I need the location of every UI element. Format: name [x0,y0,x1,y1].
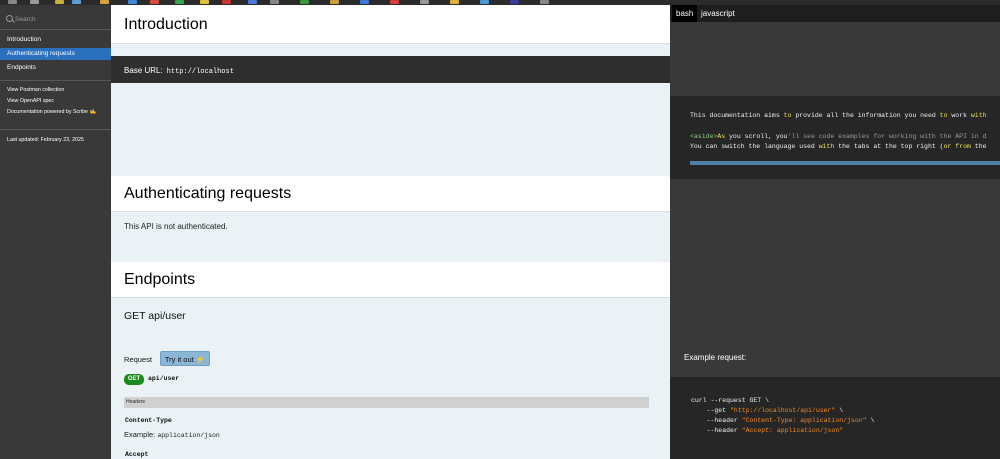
bookmark-icon[interactable] [540,0,549,4]
example-label: Example: [124,430,156,439]
bookmark-icon[interactable] [420,0,429,4]
example-request-label: Example request: [684,353,747,362]
bookmark-icon[interactable] [72,0,81,4]
bookmark-icon[interactable] [480,0,489,4]
search-box [0,5,111,30]
bookmark-icon[interactable] [270,0,279,4]
intro-heading-section: Introduction [111,5,670,44]
bookmark-icon[interactable] [450,0,459,4]
bookmark-icon[interactable] [128,0,137,4]
code-line: curl --request GET \ [691,397,770,404]
code-line: --get "http://localhost/api/user" \ [691,407,844,414]
horizontal-scrollbar[interactable] [690,161,1000,165]
base-url-label: Base URL: [124,66,163,75]
bookmark-icon[interactable] [300,0,309,4]
header-example: Example: application/json [124,430,220,439]
sidebar-divider [0,129,111,130]
sidebar-item-endpoints[interactable]: Endpoints [0,62,111,74]
language-tabs: bash javascript [670,5,1000,22]
bookmark-icon[interactable] [150,0,159,4]
base-url-value: http://localhost [166,68,234,76]
bookmark-icon[interactable] [330,0,339,4]
search-input[interactable] [15,14,105,24]
scribe-link[interactable]: Documentation powered by Scribe ✍ [7,109,96,115]
auth-heading-section: Authenticating requests [111,176,670,212]
code-line: --header "Content-Type: application/json… [691,417,875,424]
code-line: You can switch the language used with th… [690,143,987,150]
sidebar-item-authenticating-requests[interactable]: Authenticating requests [0,48,111,60]
example-value: application/json [157,432,220,439]
request-label: Request [124,355,152,364]
endpoints-title: Endpoints [124,271,196,288]
bookmark-icon[interactable] [360,0,369,4]
code-line: --header "Accept: application/json" [691,427,844,434]
sidebar-item-introduction[interactable]: Introduction [0,34,111,46]
bookmark-icon[interactable] [200,0,209,4]
bookmark-icon[interactable] [100,0,109,4]
bookmark-icon[interactable] [390,0,399,4]
bookmark-icon[interactable] [510,0,519,4]
code-panel: bash javascript This documentation aims … [670,5,1000,459]
auth-description: This API is not authenticated. [124,222,228,231]
method-badge: GET [124,374,144,385]
header-field-accept: Accept [125,451,149,458]
base-url-bar: Base URL: http://localhost [111,56,670,83]
endpoints-heading-section: Endpoints [111,262,670,298]
lightning-icon: ⚡ [195,355,206,364]
scrollbar-thumb[interactable] [690,161,1000,165]
code-line: <aside>As you scroll, you'll see code ex… [690,133,987,140]
openapi-spec-link[interactable]: View OpenAPI spec [7,98,54,104]
headers-section-bar: Headers [124,397,649,408]
sidebar-divider [0,80,111,81]
header-field-content-type: Content-Type [125,417,172,424]
intro-code-block: This documentation aims to provide all t… [670,96,1000,179]
bookmark-icon[interactable] [248,0,257,4]
last-updated: Last updated: February 23, 2025 [7,137,84,143]
curl-code-block: curl --request GET \ --get "http://local… [670,377,1000,459]
intro-title: Introduction [124,16,208,33]
bookmark-icon[interactable] [175,0,184,4]
code-line: This documentation aims to provide all t… [690,112,987,119]
bookmark-icon[interactable] [8,0,17,4]
sidebar: Introduction Authenticating requests End… [0,5,111,459]
endpoint-path: api/user [148,375,180,382]
postman-collection-link[interactable]: View Postman collection [7,87,64,93]
bookmark-icon[interactable] [55,0,64,4]
try-it-out-label: Try it out [164,355,194,364]
main-content: Introduction Base URL: http://localhost A… [111,5,670,459]
endpoint-title: GET api/user [124,310,186,322]
search-icon [6,15,13,22]
bookmark-icon[interactable] [30,0,39,4]
tab-javascript[interactable]: javascript [697,5,739,22]
auth-title: Authenticating requests [124,185,292,202]
bookmark-icon[interactable] [222,0,231,4]
try-it-out-button[interactable]: Try it out ⚡ [160,351,210,366]
tab-bash[interactable]: bash [672,5,698,22]
